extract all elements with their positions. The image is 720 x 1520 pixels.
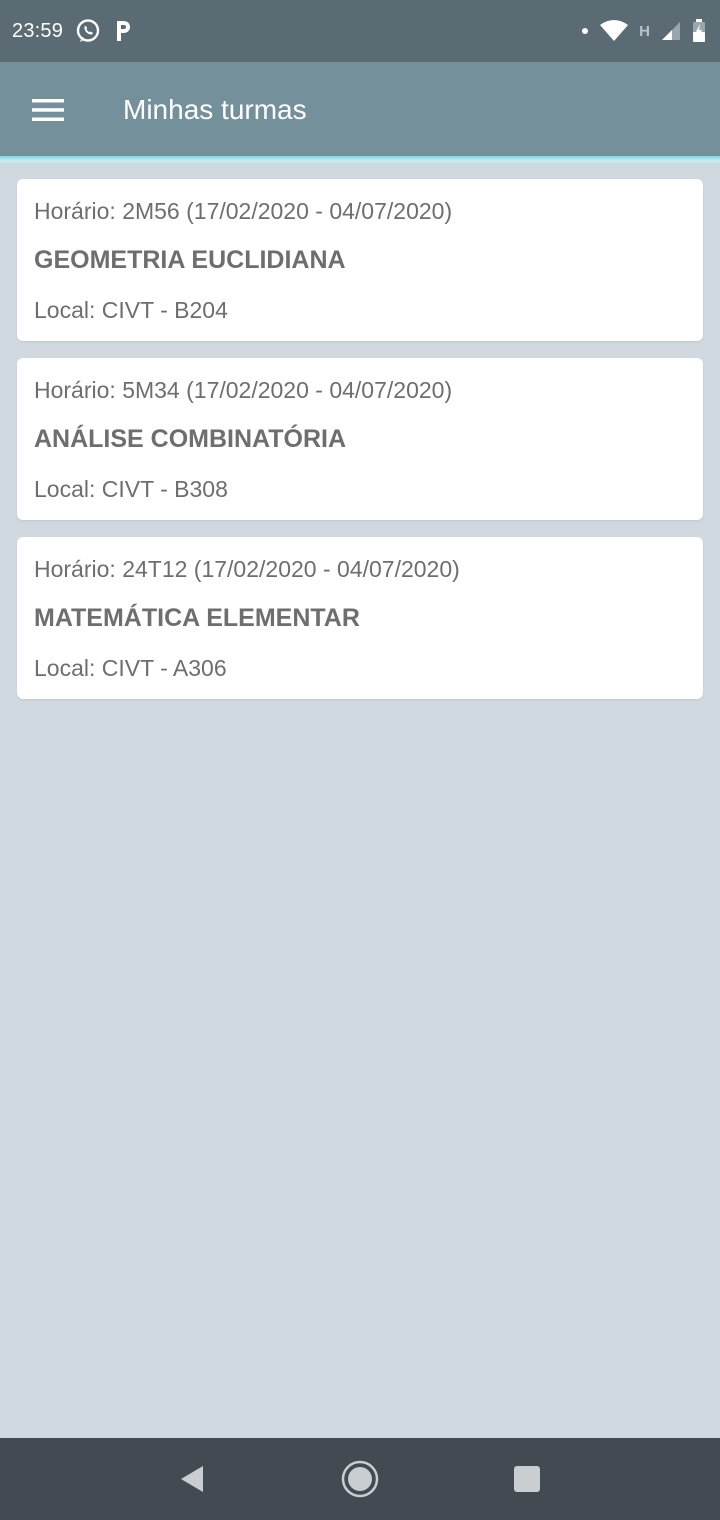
menu-button[interactable]: [0, 62, 96, 158]
class-location: Local: CIVT - A306: [34, 655, 227, 681]
network-type-label: H: [639, 22, 650, 40]
status-time: 23:59: [12, 19, 64, 42]
page-title: Minhas turmas: [123, 94, 307, 125]
class-schedule: Horário: 24T12 (17/02/2020 - 04/07/2020): [34, 556, 460, 582]
home-icon: [341, 1460, 379, 1498]
notification-dot-icon: [581, 27, 589, 35]
battery-charging-icon: [692, 19, 706, 43]
class-card[interactable]: Horário: 2M56 (17/02/2020 - 04/07/2020) …: [17, 179, 703, 341]
status-bar: 23:59 H: [0, 0, 720, 62]
class-schedule: Horário: 2M56 (17/02/2020 - 04/07/2020): [34, 198, 453, 224]
class-schedule: Horário: 5M34 (17/02/2020 - 04/07/2020): [34, 377, 453, 403]
class-location: Local: CIVT - B308: [34, 476, 228, 502]
back-button[interactable]: [163, 1449, 223, 1509]
whatsapp-icon: [75, 18, 101, 44]
class-name: ANÁLISE COMBINATÓRIA: [34, 425, 347, 453]
app-bar: Minhas turmas: [0, 62, 720, 158]
class-card[interactable]: Horário: 5M34 (17/02/2020 - 04/07/2020) …: [17, 358, 703, 520]
class-location: Local: CIVT - B204: [34, 297, 228, 323]
system-nav-bar: [0, 1438, 720, 1520]
class-name: GEOMETRIA EUCLIDIANA: [34, 246, 346, 274]
status-right: H: [581, 19, 706, 43]
back-icon: [181, 1466, 204, 1492]
parking-p-icon: [113, 18, 135, 44]
home-button[interactable]: [330, 1449, 390, 1509]
network-h-icon: H: [639, 24, 650, 39]
class-card[interactable]: Horário: 24T12 (17/02/2020 - 04/07/2020)…: [17, 537, 703, 699]
class-name: MATEMÁTICA ELEMENTAR: [34, 604, 360, 632]
class-list: Horário: 2M56 (17/02/2020 - 04/07/2020) …: [17, 179, 703, 716]
recents-icon: [513, 1466, 540, 1492]
hamburger-icon: [32, 99, 64, 121]
status-left: 23:59: [12, 18, 135, 44]
app-bar-accent-line: [0, 156, 720, 164]
recents-button[interactable]: [497, 1449, 557, 1509]
screen: 23:59 H Minhas turmas Horário: 2M56 (17/…: [0, 0, 720, 1520]
wifi-icon: [599, 19, 629, 43]
signal-icon: [660, 20, 682, 42]
